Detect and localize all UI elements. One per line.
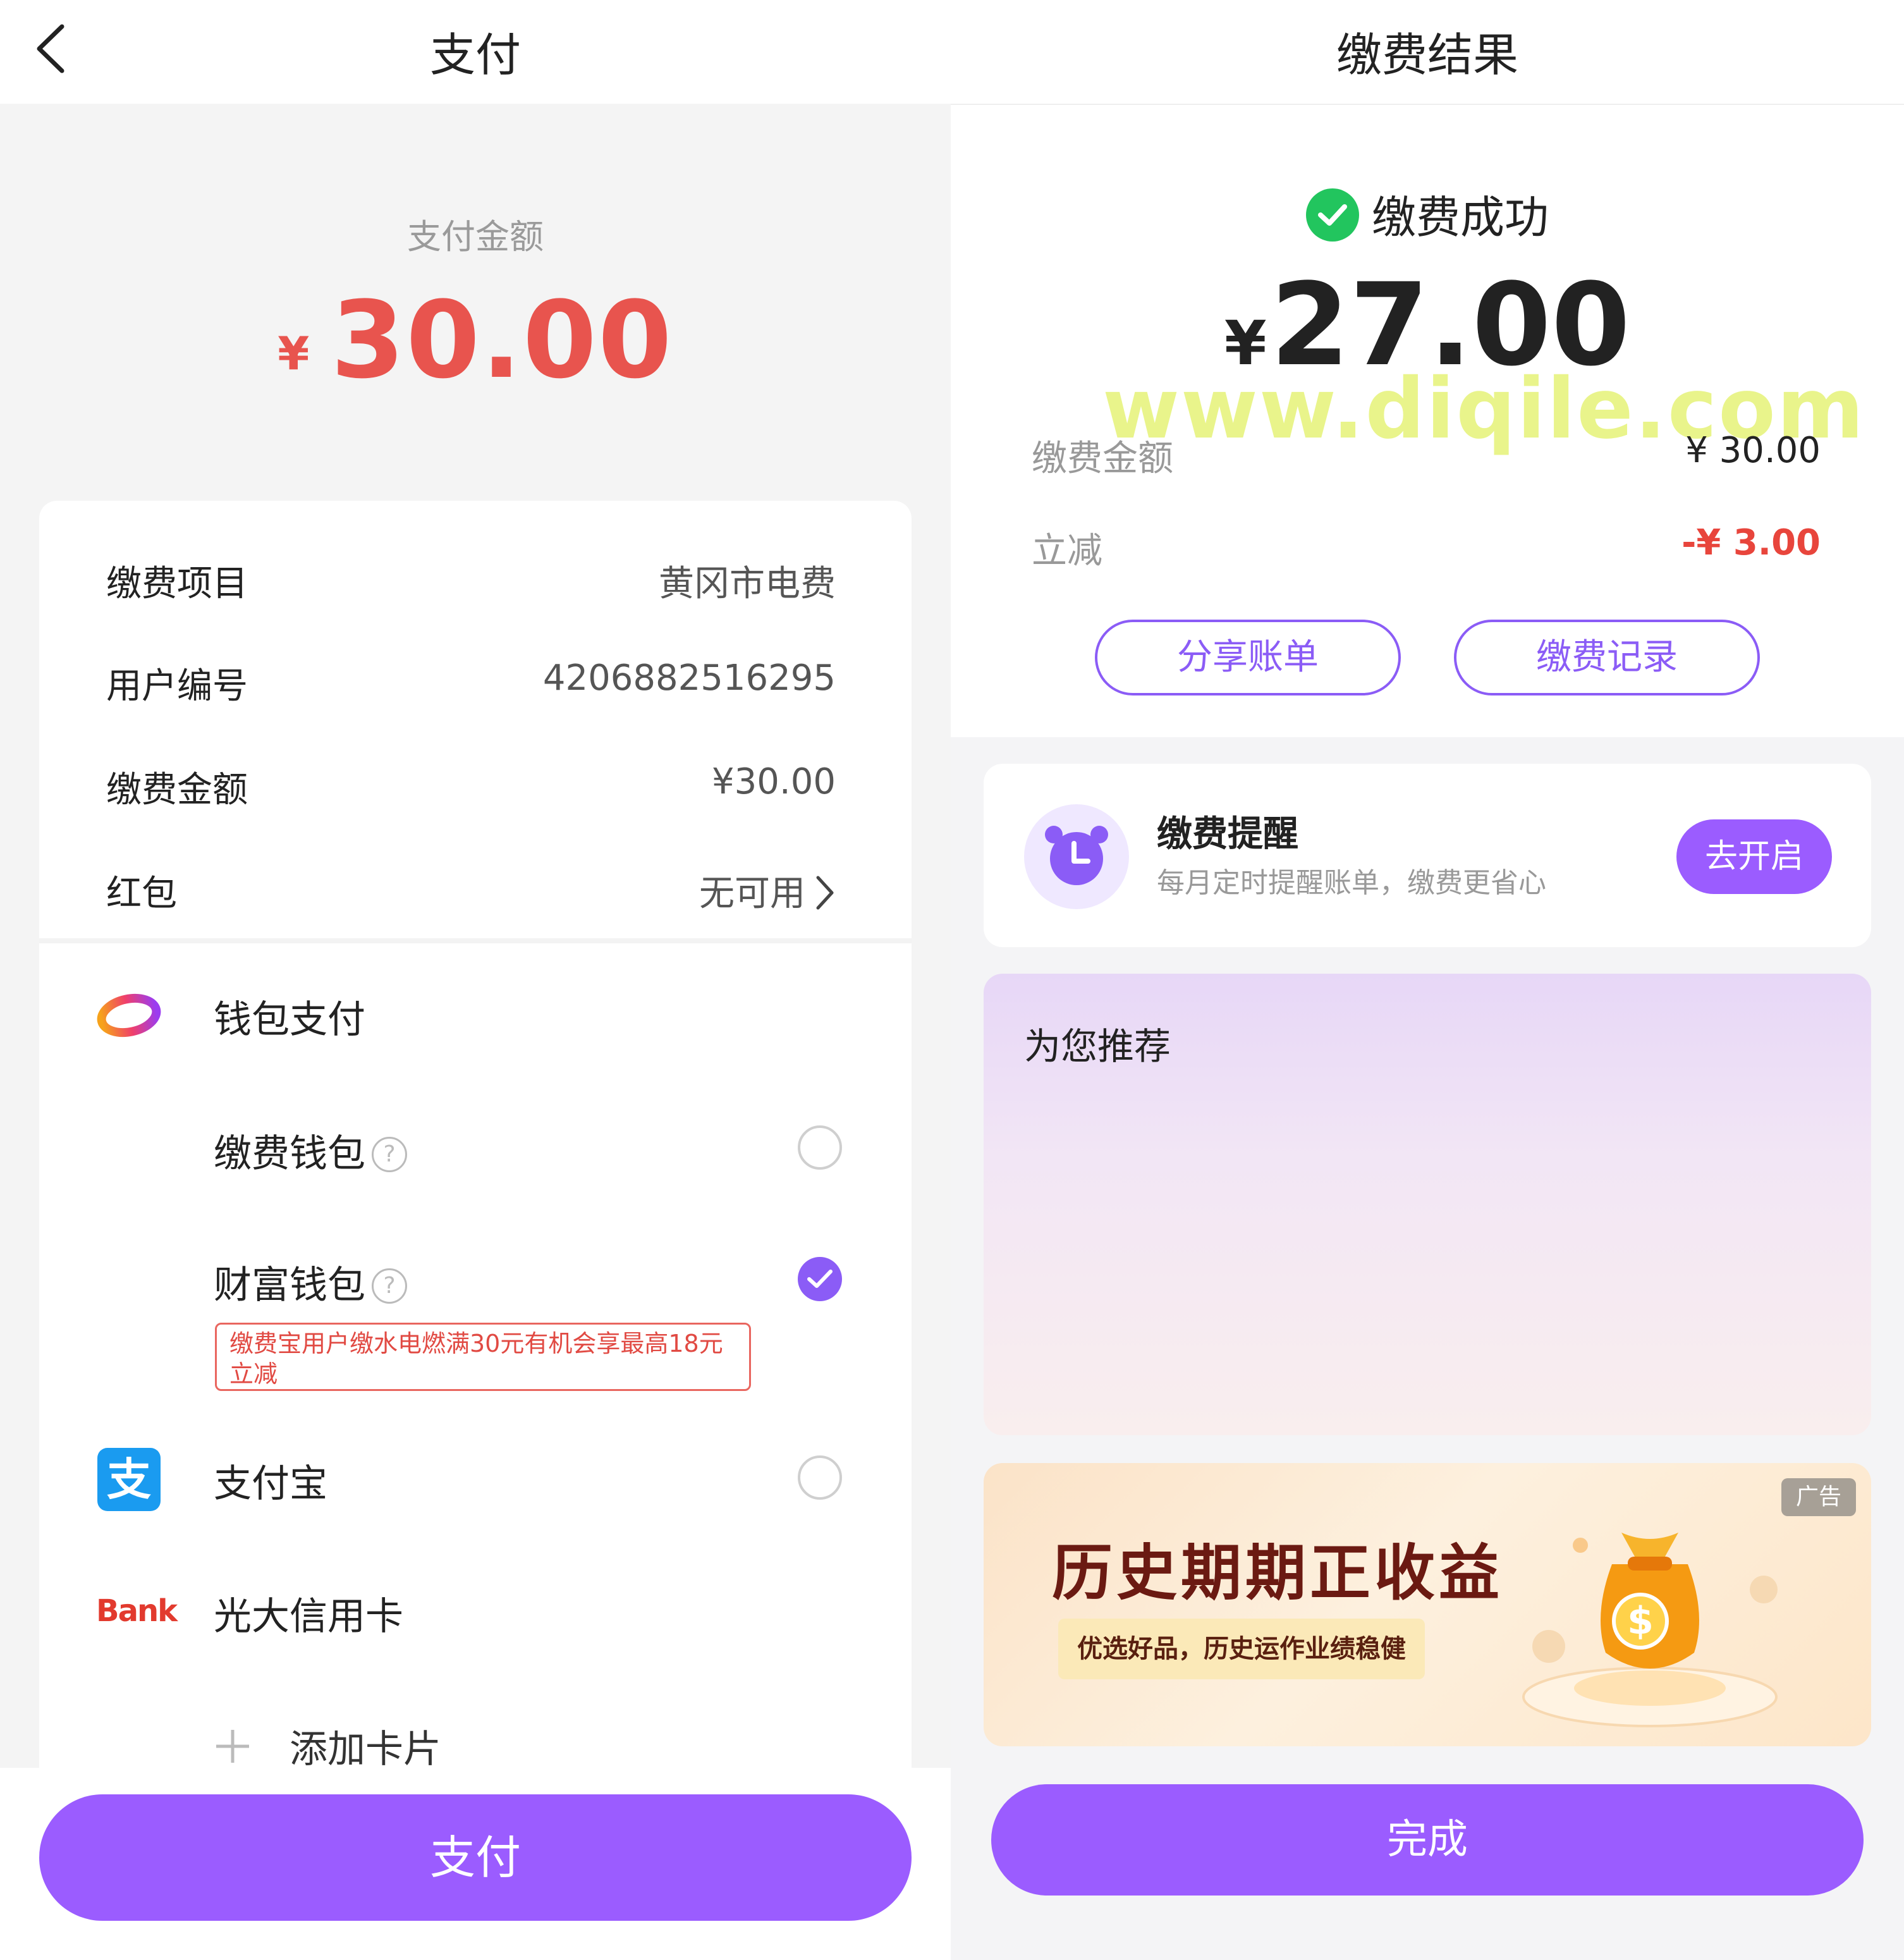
reminder-card: 缴费提醒 每月定时提醒账单，缴费更省心 去开启 bbox=[984, 764, 1871, 947]
detail-key: 缴费金额 bbox=[106, 769, 248, 811]
alarm-clock-icon bbox=[1024, 804, 1129, 909]
alipay-logo-icon: 支 bbox=[97, 1448, 161, 1511]
detail-value: ¥30.00 bbox=[712, 761, 836, 802]
fortune-wallet-option[interactable]: 财富钱包? bbox=[39, 1243, 912, 1319]
amount-label: 支付金额 bbox=[407, 217, 544, 257]
success-check-icon bbox=[1306, 188, 1359, 242]
detail-key: 用户编号 bbox=[106, 666, 248, 707]
amount-value: 30.00 bbox=[331, 278, 673, 402]
add-card-label: 添加卡片 bbox=[290, 1727, 441, 1772]
done-button[interactable]: 完成 bbox=[991, 1784, 1864, 1896]
detail-row-item: 缴费项目 黄冈市电费 bbox=[68, 555, 836, 612]
detail-row-amount: 缴费金额 ¥30.00 bbox=[68, 761, 836, 818]
payment-header: 支付 bbox=[0, 0, 951, 104]
fee-wallet-label: 缴费钱包 bbox=[214, 1132, 365, 1176]
svg-text:$: $ bbox=[1627, 1599, 1654, 1643]
fee-value: ¥ 30.00 bbox=[1685, 430, 1821, 471]
discount-row: 立减 -¥ 3.00 bbox=[1032, 522, 1821, 573]
alipay-option[interactable]: 支 支付宝 bbox=[39, 1442, 912, 1517]
promo-notice: 缴费宝用户缴水电燃满30元有机会享最高18元立减 bbox=[215, 1323, 751, 1391]
bank-card-option[interactable]: Bank 光大信用卡 bbox=[39, 1574, 912, 1650]
wallet-pay-label: 钱包支付 bbox=[214, 998, 365, 1042]
detail-row-red-packet[interactable]: 红包 无可用 bbox=[68, 865, 836, 922]
status-text: 缴费成功 bbox=[1372, 192, 1549, 243]
reminder-subtitle: 每月定时提醒账单，缴费更省心 bbox=[1157, 867, 1546, 899]
alipay-radio[interactable] bbox=[798, 1455, 842, 1500]
success-status: 缴费成功 bbox=[951, 182, 1904, 246]
fee-row: 缴费金额 ¥ 30.00 bbox=[1032, 430, 1821, 481]
detail-key: 缴费项目 bbox=[106, 563, 248, 604]
divider bbox=[39, 938, 912, 943]
fee-wallet-option[interactable]: 缴费钱包? bbox=[39, 1112, 912, 1187]
money-bag-icon: $ bbox=[1522, 1533, 1778, 1727]
chevron-right-icon bbox=[816, 876, 834, 910]
reminder-title: 缴费提醒 bbox=[1157, 814, 1298, 855]
detail-value: 无可用 bbox=[699, 873, 805, 914]
detail-row-user-id: 用户编号 4206882516295 bbox=[68, 658, 836, 714]
help-icon[interactable]: ? bbox=[372, 1137, 407, 1172]
recommend-title: 为您推荐 bbox=[1024, 1025, 1171, 1068]
detail-value: 黄冈市电费 bbox=[659, 563, 836, 604]
result-header: 缴费结果 bbox=[951, 0, 1904, 105]
result-panel: 缴费结果 缴费成功 ¥27.00 www.diqile.com 缴费金额 ¥ 3… bbox=[951, 0, 1904, 1960]
wallet-pay-group: 钱包支付 bbox=[39, 977, 912, 1053]
pay-button[interactable]: 支付 bbox=[39, 1794, 912, 1921]
help-icon[interactable]: ? bbox=[372, 1268, 407, 1304]
detail-value: 4206882516295 bbox=[542, 658, 836, 699]
wallet-logo-icon bbox=[97, 993, 161, 1038]
fee-label: 缴费金额 bbox=[1032, 438, 1173, 479]
recommend-section: 为您推荐 bbox=[984, 974, 1871, 1435]
alipay-label: 支付宝 bbox=[214, 1462, 327, 1506]
svg-text:支: 支 bbox=[107, 1454, 151, 1505]
bank-logo-icon: Bank bbox=[96, 1593, 178, 1629]
payment-amount: ¥30.00 bbox=[0, 278, 951, 402]
payment-records-button[interactable]: 缴费记录 bbox=[1454, 620, 1760, 695]
payment-panel: 支付 支付金额 ¥30.00 缴费项目 黄冈市电费 用户编号 420688251… bbox=[0, 0, 951, 1960]
fee-wallet-radio[interactable] bbox=[798, 1125, 842, 1170]
share-bill-button[interactable]: 分享账单 bbox=[1095, 620, 1401, 695]
detail-key: 红包 bbox=[106, 873, 177, 914]
amount-currency: ¥ bbox=[278, 327, 310, 380]
discount-label: 立减 bbox=[1032, 530, 1102, 572]
enable-reminder-button[interactable]: 去开启 bbox=[1676, 819, 1832, 894]
ad-title: 历史期期正收益 bbox=[1052, 1538, 1503, 1608]
check-icon bbox=[807, 1270, 833, 1288]
page-title: 缴费结果 bbox=[1336, 28, 1518, 82]
ad-subtitle: 优选好品，历史运作业绩稳健 bbox=[1058, 1619, 1425, 1679]
fortune-wallet-radio-checked[interactable] bbox=[798, 1257, 842, 1301]
bank-card-label: 光大信用卡 bbox=[214, 1595, 403, 1639]
fortune-wallet-label: 财富钱包 bbox=[214, 1263, 365, 1308]
ad-banner[interactable]: 广告 历史期期正收益 优选好品，历史运作业绩稳健 $ bbox=[984, 1463, 1871, 1746]
plus-icon bbox=[216, 1730, 249, 1763]
page-title: 支付 bbox=[429, 28, 521, 82]
discount-value: -¥ 3.00 bbox=[1681, 522, 1821, 563]
